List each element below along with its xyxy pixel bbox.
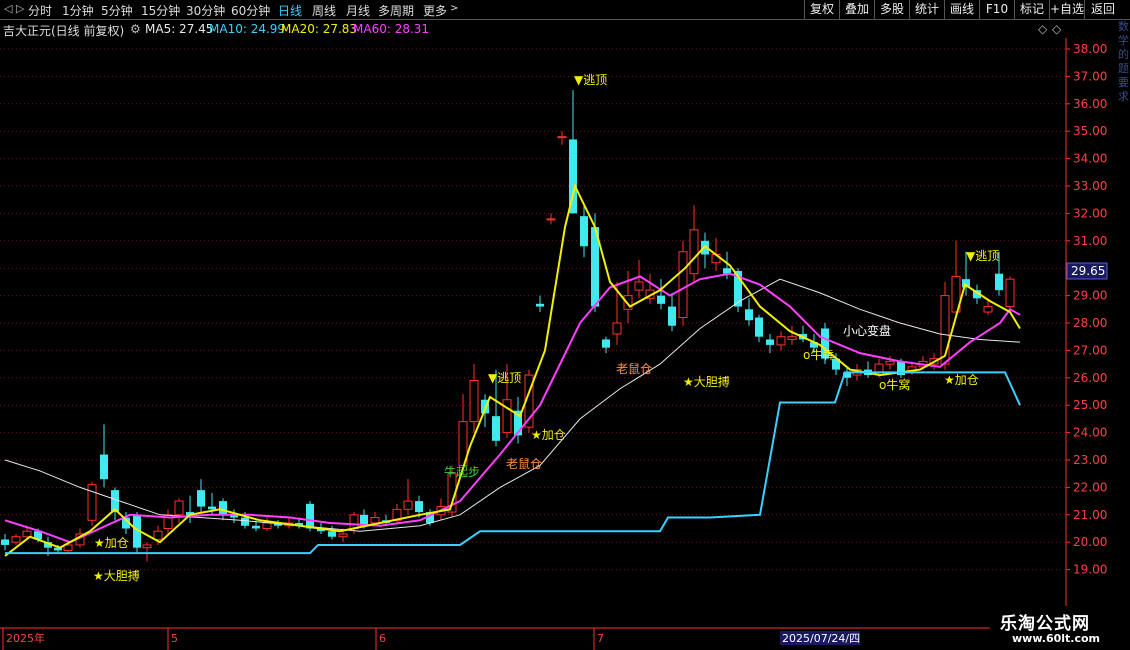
price-tick-label: 25.00: [1073, 398, 1107, 412]
price-tick-label: 29.00: [1073, 289, 1107, 303]
candle-body-down: [100, 454, 108, 480]
candle-body-up: [689, 229, 699, 275]
candle-body-up: [174, 500, 184, 516]
signal-label: ★加仓: [531, 428, 566, 442]
candle-body-down: [755, 317, 763, 337]
signal-label: 老鼠仓: [616, 362, 652, 376]
candle-body-down: [328, 531, 336, 537]
candle-body-up: [546, 218, 556, 221]
ma20-line: [4, 272, 1021, 544]
price-tick-label: 27.00: [1073, 343, 1107, 357]
price-tick-label: 36.00: [1073, 97, 1107, 111]
candle-body-down: [602, 339, 610, 348]
price-tick-label: 21.00: [1073, 508, 1107, 522]
candle-body-up: [142, 544, 152, 549]
candle-body-up: [469, 380, 479, 423]
date-axis: 2025年 5 6 7: [2, 628, 604, 650]
candle-body-down: [668, 306, 676, 326]
candle-body-up: [349, 514, 359, 529]
price-tick-label: 23.00: [1073, 453, 1107, 467]
candle-body-up: [678, 251, 688, 319]
signal-label: 小心变盘: [843, 323, 891, 338]
signal-label: o牛窝: [879, 377, 910, 392]
signal-label: ★大胆搏: [683, 375, 730, 389]
candle-body-up: [502, 399, 512, 434]
price-tick-label: 34.00: [1073, 152, 1107, 166]
date-cursor-label: 2025/07/24/四: [782, 632, 860, 645]
candle-body-down: [492, 416, 500, 441]
signal-label: ▼逃顶: [488, 371, 521, 385]
side-strip: 数学的题要求: [1118, 20, 1130, 420]
side-strip-text: 数学的题要求: [1118, 20, 1129, 103]
current-price-label: 29.65: [1071, 264, 1105, 278]
date-label: 7: [597, 632, 604, 645]
candle-body-up: [557, 136, 567, 139]
candle-body-up: [874, 363, 884, 373]
signal-label: 牛起步: [444, 464, 480, 479]
signal-label: ★加仓: [944, 373, 979, 387]
candle-body-up: [1005, 278, 1015, 308]
date-label: 6: [379, 632, 386, 645]
candle-body-down: [995, 273, 1003, 291]
price-tick-label: 37.00: [1073, 69, 1107, 83]
watermark-name: 乐淘公式网: [1000, 614, 1090, 634]
candle-body-up: [983, 306, 993, 313]
candle-body-down: [415, 501, 423, 513]
candle-body-up: [87, 484, 97, 521]
price-tick-label: 28.00: [1073, 316, 1107, 330]
candle-body-down: [306, 503, 314, 529]
candle-body-up: [262, 522, 272, 530]
candle-body-down: [252, 525, 260, 529]
watermark-url: www.60lt.com: [1012, 632, 1101, 645]
price-tick-label: 38.00: [1073, 42, 1107, 56]
signal-annotations: ▼逃顶▼逃顶▼逃顶★加仓★加仓★加仓★大胆搏★大胆搏老鼠仓老鼠仓牛起步小心变盘o…: [93, 73, 999, 583]
candle-body-down: [745, 309, 753, 321]
candle-body-up: [403, 500, 413, 510]
price-tick-label: 33.00: [1073, 179, 1107, 193]
candle-body-down: [536, 303, 544, 307]
price-tick-label: 24.00: [1073, 426, 1107, 440]
candle-body-down: [197, 490, 205, 507]
signal-label: ▼逃顶: [966, 249, 999, 263]
candle-body-up: [787, 336, 797, 340]
candle-body-up: [776, 336, 786, 346]
candle-body-up: [153, 530, 163, 540]
price-tick-label: 19.00: [1073, 563, 1107, 577]
candle-body-down: [580, 216, 588, 247]
candle-body-down: [219, 501, 227, 515]
signal-label: ★加仓: [94, 536, 129, 550]
price-tick-label: 22.00: [1073, 480, 1107, 494]
date-label: 2025年: [6, 631, 45, 645]
candle-body-up: [11, 536, 21, 543]
candle-body-up: [370, 517, 380, 524]
signal-label: ★大胆搏: [93, 569, 140, 583]
signal-label: 老鼠仓: [506, 457, 542, 471]
candle-body-down: [766, 339, 774, 345]
price-axis-ticks: 38.00 37.00 36.00 35.00 34.00 33.00 32.00 31.00…: [1066, 42, 1107, 577]
price-tick-label: 20.00: [1073, 535, 1107, 549]
candle-body-down: [208, 506, 216, 510]
candle-body-down: [1, 539, 9, 545]
candle-body-down: [241, 517, 249, 526]
candlestick-chart[interactable]: 38.00 37.00 36.00 35.00 34.00 33.00 32.00 31.00…: [0, 0, 1130, 650]
price-tick-label: 31.00: [1073, 234, 1107, 248]
price-tick-label: 35.00: [1073, 124, 1107, 138]
date-label: 5: [171, 632, 178, 645]
price-tick-label: 32.00: [1073, 206, 1107, 220]
candle-body-up: [885, 360, 895, 365]
candle-body-up: [634, 281, 644, 291]
signal-label: ▼逃顶: [574, 73, 607, 87]
price-tick-label: 26.00: [1073, 371, 1107, 385]
price-grid: [0, 48, 1066, 571]
signal-label: o牛犇: [803, 347, 834, 362]
candle-body-up: [612, 322, 622, 335]
candle-body-up: [338, 533, 348, 538]
candle-body-down: [657, 295, 665, 304]
